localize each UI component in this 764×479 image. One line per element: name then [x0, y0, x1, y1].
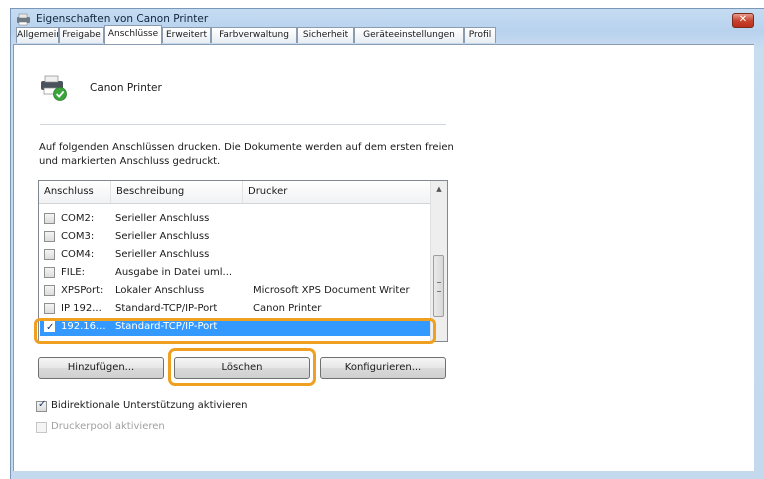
port-name: COM3: [61, 231, 95, 242]
close-button[interactable]: ✕ [732, 13, 754, 28]
tab-erweitert[interactable]: Erweitert [162, 27, 211, 43]
tab-profil[interactable]: Profil [464, 27, 496, 43]
port-checkbox[interactable] [44, 303, 55, 314]
port-printer: Microsoft XPS Document Writer [253, 285, 410, 296]
port-checkbox[interactable] [44, 267, 55, 278]
port-description: Serieller Anschluss [115, 231, 210, 242]
vertical-scrollbar[interactable]: ▲ [430, 181, 447, 341]
port-checkbox[interactable] [44, 213, 55, 224]
close-icon: ✕ [738, 14, 748, 25]
highlight-selected-port [34, 318, 436, 344]
check-icon: ✓ [38, 399, 47, 410]
ports-description: Auf folgenden Anschlüssen drucken. Die D… [39, 142, 454, 167]
port-checkbox[interactable] [44, 249, 55, 260]
tab-farbverwaltung[interactable]: Farbverwaltung [211, 27, 297, 43]
port-name: COM4: [61, 249, 95, 260]
tab-geraeteeinstellungen[interactable]: Geräteeinstellungen [354, 27, 464, 43]
bidirectional-label: Bidirektionale Unterstützung aktivieren [51, 400, 248, 411]
port-row[interactable]: FILE: Ausgabe in Datei uml... [40, 264, 430, 282]
port-description: Ausgabe in Datei uml... [115, 267, 233, 278]
port-row[interactable]: COM4: Serieller Anschluss [40, 246, 430, 264]
printer-icon [41, 75, 67, 101]
port-checkbox[interactable] [44, 285, 55, 296]
printer-name: Canon Printer [90, 82, 162, 94]
column-drucker[interactable]: Drucker [243, 181, 431, 203]
window-title: Eigenschaften von Canon Printer [36, 13, 209, 25]
add-port-button[interactable]: Hinzufügen... [38, 357, 164, 379]
port-printer: Canon Printer [253, 303, 322, 314]
scroll-thumb[interactable] [433, 255, 444, 317]
port-row[interactable]: XPSPort: Lokaler Anschluss Microsoft XPS D… [40, 282, 430, 300]
separator [40, 124, 446, 125]
port-description: Lokaler Anschluss [115, 285, 205, 296]
tab-freigabe[interactable]: Freigabe [59, 27, 104, 43]
port-row[interactable]: COM2: Serieller Anschluss [40, 210, 430, 228]
port-row[interactable]: IP 192... Standard-TCP/IP-Port Canon Print… [40, 300, 430, 318]
port-name: COM2: [61, 213, 95, 224]
port-name: XPSPort: [61, 285, 104, 296]
tab-sicherheit[interactable]: Sicherheit [297, 27, 354, 43]
tab-anschluesse[interactable]: Anschlüsse [104, 25, 162, 44]
tab-allgemein[interactable]: Allgemein [16, 27, 59, 43]
scroll-up-icon[interactable]: ▲ [431, 181, 447, 198]
column-beschreibung[interactable]: Beschreibung [111, 181, 243, 203]
port-name: FILE: [61, 267, 85, 278]
port-description: Serieller Anschluss [115, 249, 210, 260]
configure-port-button[interactable]: Konfigurieren... [320, 357, 446, 379]
port-name: IP 192... [61, 303, 102, 314]
column-anschluss[interactable]: Anschluss [39, 181, 111, 203]
port-checkbox[interactable] [44, 231, 55, 242]
highlight-delete-button [168, 348, 316, 386]
port-description: Standard-TCP/IP-Port [115, 303, 218, 314]
ports-list-header: Anschluss Beschreibung Drucker [39, 181, 431, 204]
printer-title-icon [17, 13, 30, 26]
port-description: Serieller Anschluss [115, 213, 210, 224]
printer-pool-label: Druckerpool aktivieren [51, 421, 165, 432]
port-row[interactable]: COM3: Serieller Anschluss [40, 228, 430, 246]
printer-pool-checkbox [36, 422, 47, 433]
bidirectional-checkbox[interactable]: ✓ [36, 399, 47, 412]
